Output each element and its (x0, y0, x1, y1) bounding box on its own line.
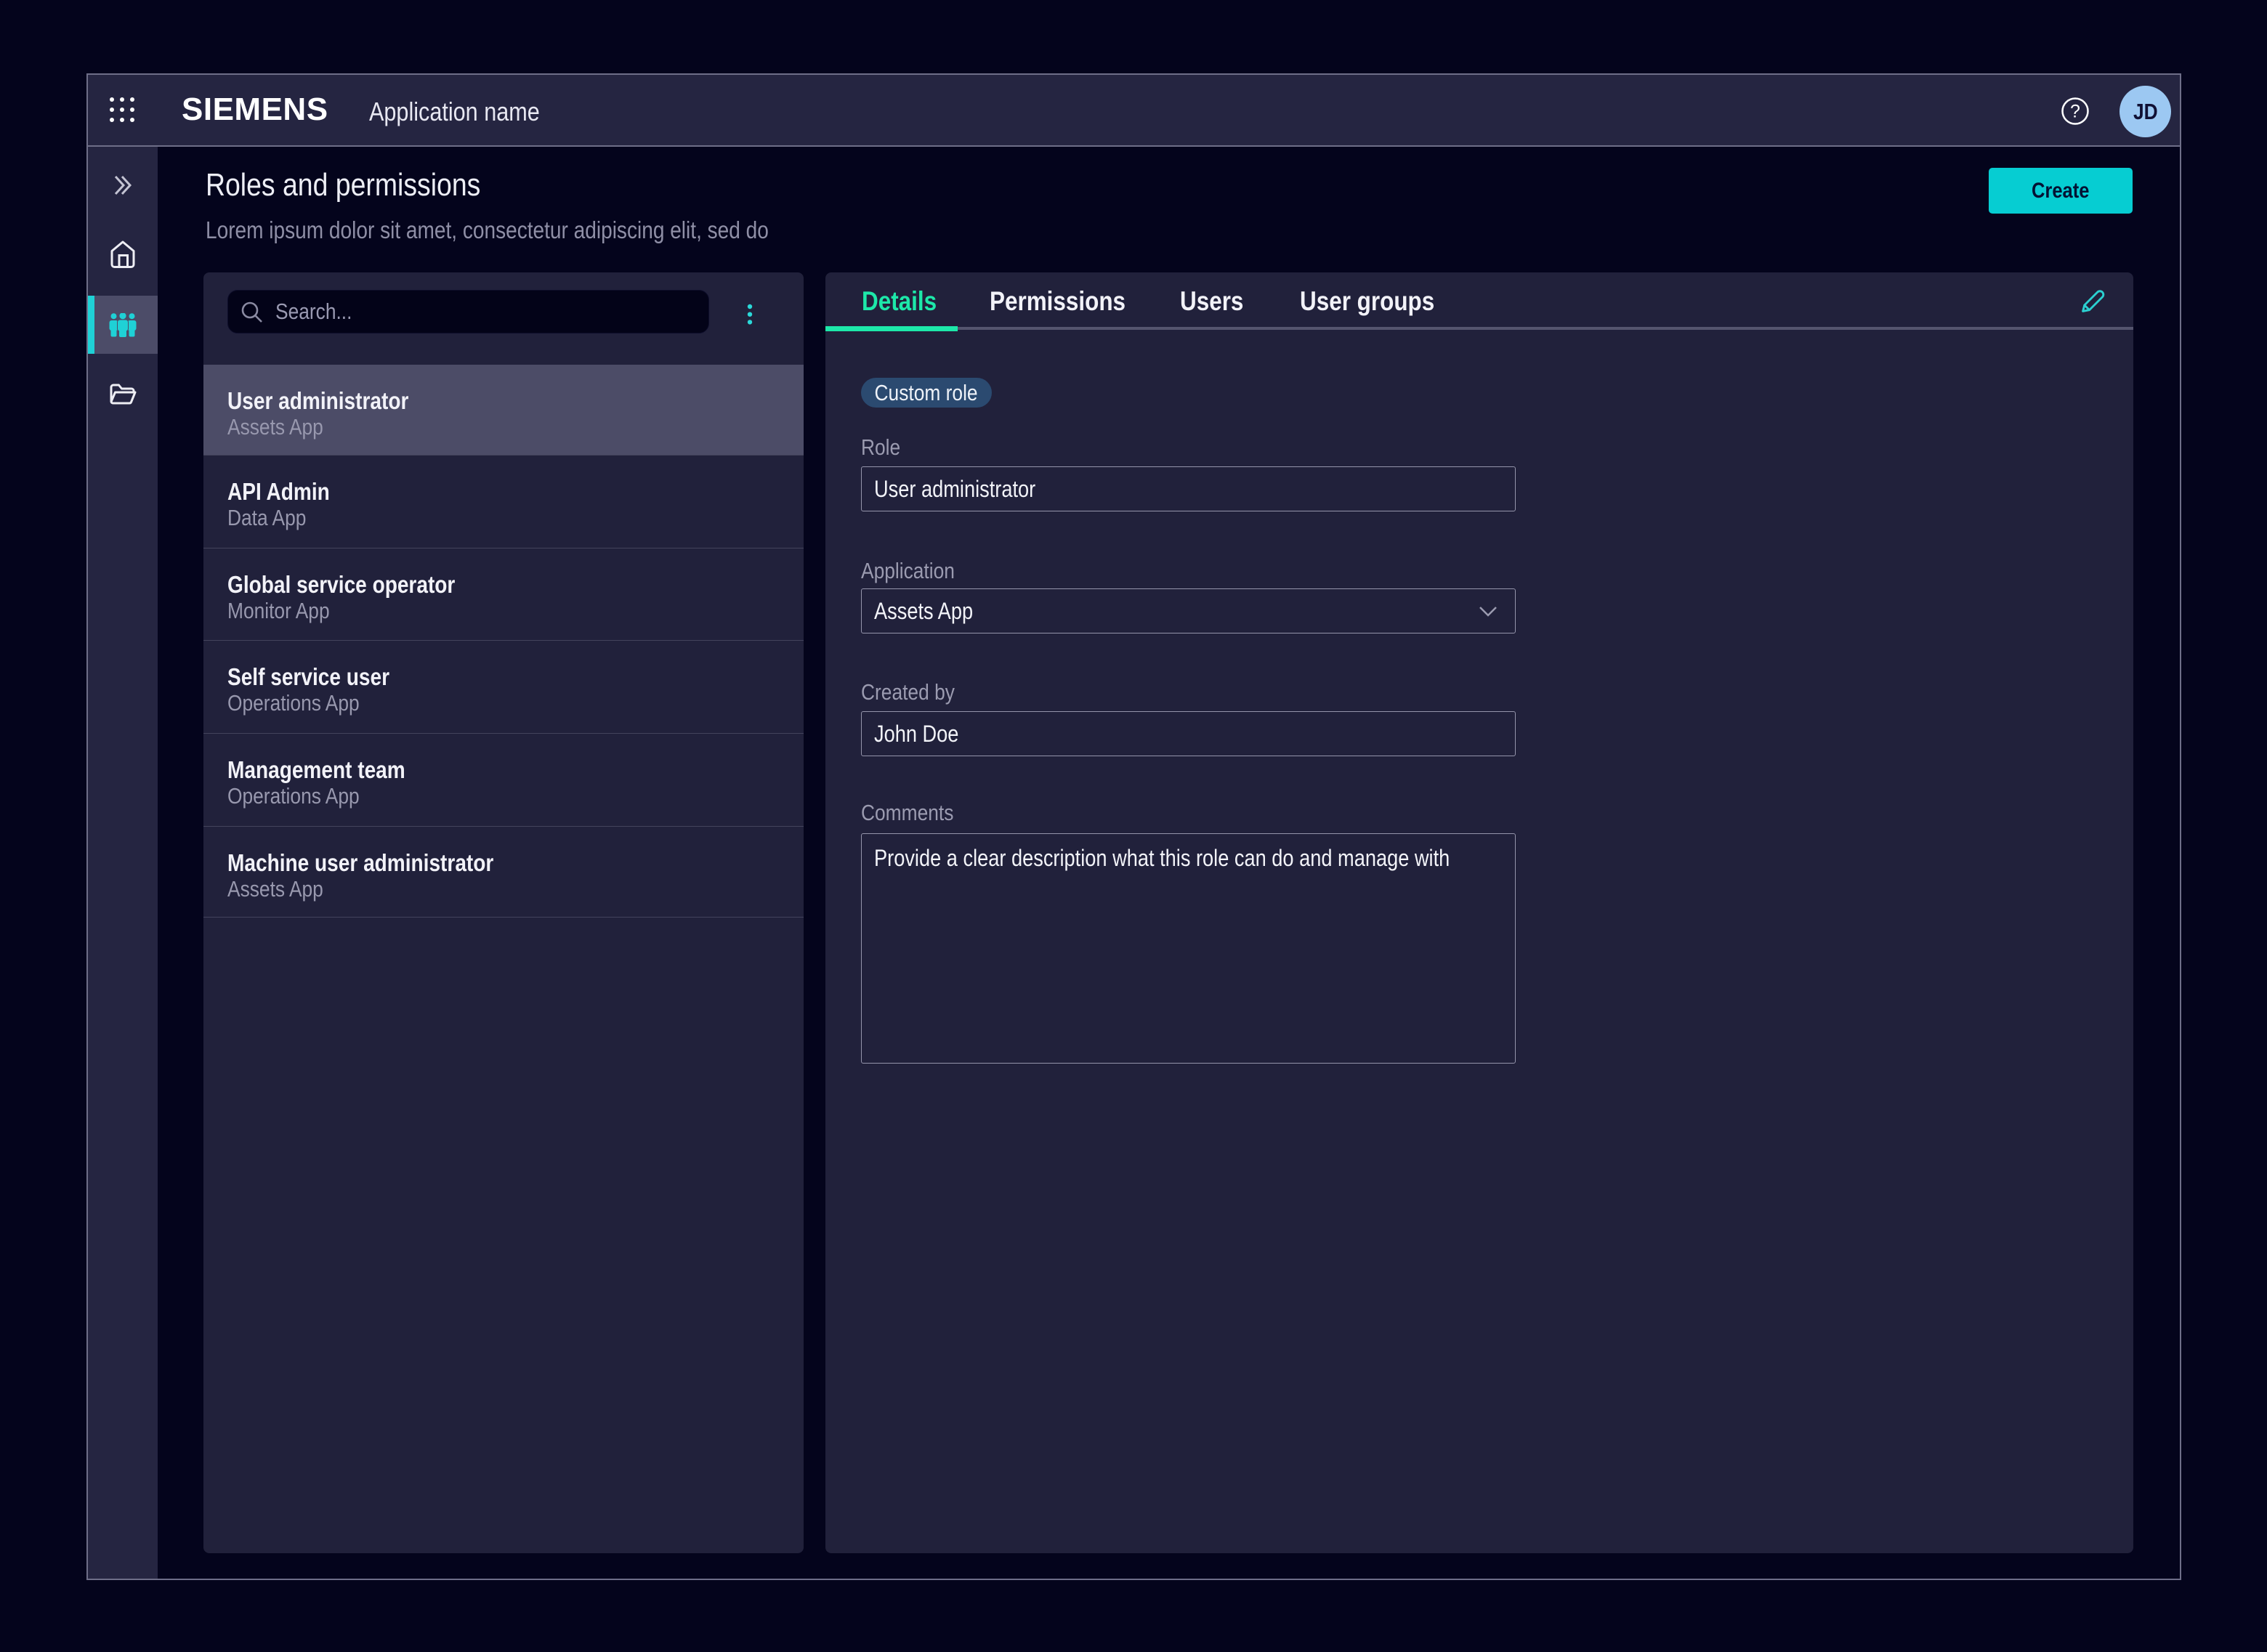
svg-text:?: ? (2070, 102, 2080, 122)
